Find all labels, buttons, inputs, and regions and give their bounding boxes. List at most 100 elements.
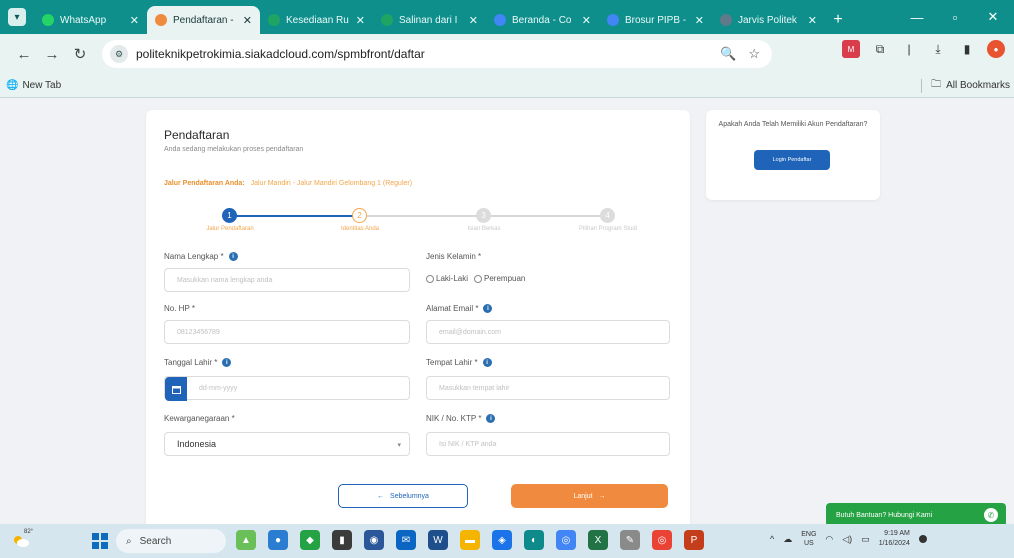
all-bookmarks[interactable]: 🗀 All Bookmarks <box>931 77 1010 94</box>
tab-close-icon[interactable]: ✕ <box>469 14 478 27</box>
reload-icon[interactable]: ↻ <box>68 42 92 66</box>
pen-icon[interactable]: ✎ <box>620 530 640 550</box>
browser-tab-strip: ▾ WhatsApp ✕ Pendaftaran - ✕ Kesediaan Ru ✕ Sa… <box>0 0 1014 34</box>
app-icon[interactable]: ◉ <box>364 530 384 550</box>
email-input[interactable]: email@domain.com <box>426 320 670 344</box>
info-icon[interactable]: i <box>483 304 493 313</box>
store-icon[interactable]: ◈ <box>492 530 512 550</box>
profile-icon[interactable]: ● <box>987 40 1005 58</box>
tab-close-icon[interactable]: ✕ <box>808 14 817 27</box>
step-1-circle: 1 <box>222 208 237 223</box>
file-explorer-icon[interactable]: ▬ <box>460 530 480 550</box>
radio-label: Laki-Laki <box>436 274 469 283</box>
whatsapp-icon: ✆ <box>984 508 998 522</box>
no-hp-label: No. HP * <box>164 304 195 313</box>
extensions-puzzle-icon[interactable]: ⧉ <box>871 40 889 58</box>
sidepanel-icon[interactable]: ▮ <box>958 40 976 58</box>
system-tray: ^ ☁ ENG US ◠ ◁) ▭ 9:19 AM 1/16/2024 <box>770 529 927 549</box>
taskbar-search[interactable]: ⌕ Search <box>116 529 226 553</box>
back-icon[interactable]: ← <box>12 42 36 66</box>
browser-tab[interactable]: Beranda - Co ✕ <box>486 6 599 34</box>
browser-tab[interactable]: Kesediaan Ru ✕ <box>260 6 373 34</box>
word-icon[interactable]: W <box>428 530 448 550</box>
cloud-icon[interactable]: ☁ <box>783 534 792 545</box>
step-connector <box>230 215 360 217</box>
browser-tab[interactable]: Jarvis Politek ✕ <box>712 6 825 34</box>
browser-tab[interactable]: Salinan dari I ✕ <box>373 6 486 34</box>
info-icon[interactable]: i <box>486 414 496 423</box>
clock[interactable]: 9:19 AM 1/16/2024 <box>879 529 910 549</box>
tab-close-icon[interactable]: ✕ <box>130 14 139 27</box>
windows-start-icon[interactable] <box>92 533 108 549</box>
powerpoint-icon[interactable]: P <box>684 530 704 550</box>
radio-perempuan[interactable]: Perempuan <box>474 274 525 283</box>
login-button[interactable]: Login Pendaftar <box>754 150 830 170</box>
chat-icon[interactable]: ◆ <box>300 530 320 550</box>
notification-icon[interactable] <box>918 535 927 543</box>
bookmark-star-icon[interactable]: ☆ <box>748 46 760 62</box>
taskbar-apps: ▲ ● ◆ ▮ ◉ ✉ W ▬ ◈ ◐ ◎ X ✎ ◎ P <box>236 530 704 550</box>
bookmark-new-tab[interactable]: 🌐 New Tab <box>6 80 61 91</box>
tray-chevron-icon[interactable]: ^ <box>770 534 774 544</box>
widgets-icon[interactable]: ▲ <box>236 530 256 550</box>
restore-icon[interactable]: ▫ <box>940 6 970 28</box>
info-icon[interactable]: i <box>482 358 492 367</box>
page-subtitle: Anda sedang melakukan proses pendaftaran <box>164 146 304 153</box>
browser-tab[interactable]: Pendaftaran - ✕ <box>147 6 260 34</box>
nama-lengkap-input[interactable]: Masukkan nama lengkap anda <box>164 268 410 292</box>
meet-icon[interactable]: ● <box>268 530 288 550</box>
tanggal-lahir-input[interactable]: dd-mm-yyyy <box>164 376 410 401</box>
nik-input[interactable]: Isi NIK / KTP anda <box>426 432 670 456</box>
extension-icon[interactable]: M <box>842 40 860 58</box>
tab-close-icon[interactable]: ✕ <box>582 14 591 27</box>
weather-widget[interactable]: 82° <box>10 529 33 552</box>
previous-button[interactable]: ← Sebelumnya <box>338 484 468 508</box>
step-connector <box>484 215 608 217</box>
next-button[interactable]: Lanjut → <box>511 484 668 508</box>
browser-tab[interactable]: Brosur PIPB - ✕ <box>599 6 712 34</box>
tab-favicon-icon <box>607 14 619 26</box>
info-icon[interactable]: i <box>228 252 238 261</box>
tab-close-icon[interactable]: ✕ <box>356 14 365 27</box>
address-bar[interactable]: ⚙ politeknikpetrokimia.siakadcloud.com/s… <box>102 40 772 68</box>
radio-circle[interactable] <box>426 274 434 283</box>
tempat-lahir-input[interactable]: Masukkan tempat lahir <box>426 376 670 400</box>
clock-time: 9:19 AM <box>884 530 910 537</box>
no-hp-input[interactable]: 08123456789 <box>164 320 410 344</box>
edge-icon[interactable]: ◐ <box>524 530 544 550</box>
info-icon[interactable]: i <box>222 358 232 367</box>
kewarganegaraan-value: Indonesia <box>177 439 217 449</box>
tab-search-icon[interactable]: ▾ <box>8 8 26 26</box>
wifi-icon[interactable]: ◠ <box>825 534 833 545</box>
mail-icon[interactable]: ✉ <box>396 530 416 550</box>
volume-icon[interactable]: ◁) <box>842 534 852 545</box>
radio-label: Perempuan <box>484 274 526 283</box>
tab-list: WhatsApp ✕ Pendaftaran - ✕ Kesediaan Ru ✕ Sali… <box>34 6 851 34</box>
download-icon[interactable]: ⤓ <box>929 40 947 58</box>
previous-button-label: Sebelumnya <box>390 492 429 500</box>
language-indicator[interactable]: ENG US <box>801 530 816 548</box>
zoom-icon[interactable]: 🔍 <box>720 46 736 62</box>
excel-icon[interactable]: X <box>588 530 608 550</box>
close-window-icon[interactable]: ✕ <box>978 6 1008 28</box>
task-view-icon[interactable]: ▮ <box>332 530 352 550</box>
minimize-icon[interactable]: — <box>902 6 932 28</box>
radio-circle[interactable] <box>474 274 483 283</box>
site-info-icon[interactable]: ⚙ <box>110 45 128 63</box>
radio-laki-laki[interactable]: Laki-Laki <box>426 274 468 283</box>
new-tab-plus-icon[interactable]: + <box>825 6 851 34</box>
tab-close-icon[interactable]: ✕ <box>695 14 704 27</box>
nik-label-text: NIK / No. KTP * <box>426 414 482 423</box>
browser-tab[interactable]: WhatsApp ✕ <box>34 6 147 34</box>
calendar-icon[interactable] <box>165 377 187 401</box>
step-3-label: Isian Berkas <box>467 226 501 232</box>
forward-icon[interactable]: → <box>40 42 64 66</box>
chrome-profile-icon[interactable]: ◎ <box>652 530 672 550</box>
battery-icon[interactable]: ▭ <box>861 534 870 545</box>
kewarganegaraan-select[interactable]: Indonesia ▾ <box>164 432 410 456</box>
chrome-icon[interactable]: ◎ <box>556 530 576 550</box>
tab-close-icon[interactable]: ✕ <box>243 14 252 27</box>
nama-lengkap-label: Nama Lengkap * i <box>164 252 238 261</box>
folder-icon: 🗀 <box>931 79 942 90</box>
tab-label: Salinan dari I <box>399 14 458 26</box>
